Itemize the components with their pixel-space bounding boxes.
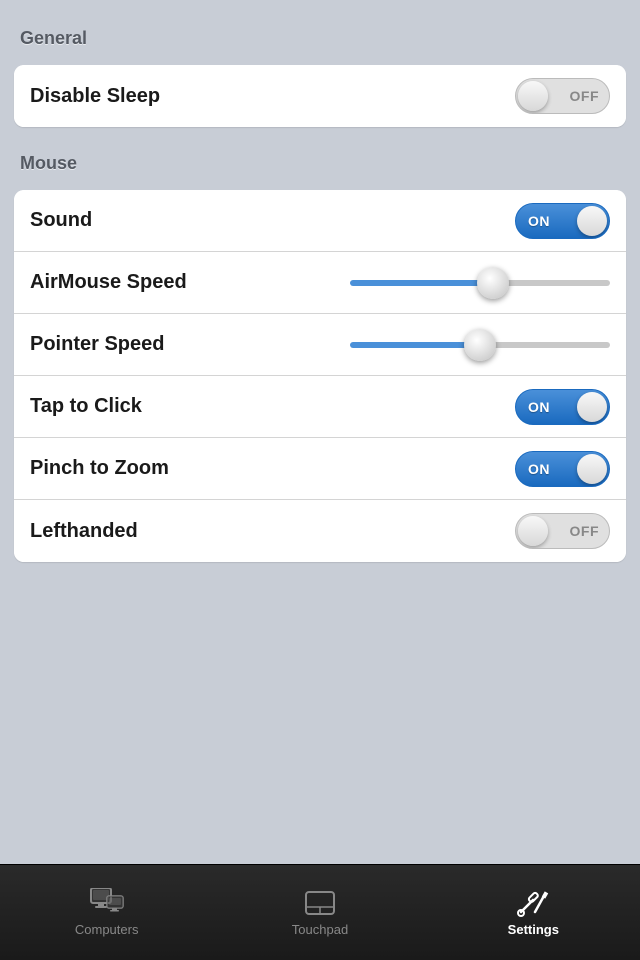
tab-computers[interactable]: Computers [0, 865, 213, 960]
pinch-to-zoom-knob [577, 454, 607, 484]
pointer-slider-thumb [464, 329, 496, 361]
tab-bar: Computers Touchpad [0, 864, 640, 960]
airmouse-speed-label: AirMouse Speed [30, 271, 187, 294]
tab-touchpad-label: Touchpad [292, 922, 348, 937]
airmouse-slider-track [350, 280, 610, 286]
general-settings-group: Disable Sleep OFF [14, 65, 626, 127]
tap-to-click-label: Tap to Click [30, 395, 142, 418]
lefthanded-toggle[interactable]: OFF [515, 513, 610, 549]
general-section-header: General [0, 20, 640, 57]
sound-toggle-knob [577, 206, 607, 236]
pointer-speed-label: Pointer Speed [30, 333, 164, 356]
tab-settings[interactable]: Settings [427, 865, 640, 960]
tab-settings-label: Settings [508, 922, 559, 937]
disable-sleep-toggle[interactable]: OFF [515, 78, 610, 114]
pinch-to-zoom-toggle[interactable]: ON [515, 451, 610, 487]
pointer-speed-row: Pointer Speed [14, 314, 626, 376]
disable-sleep-toggle-text: OFF [570, 88, 600, 104]
sound-row: Sound ON [14, 190, 626, 252]
content-area: General Disable Sleep OFF Mouse Sound ON… [0, 0, 640, 864]
mouse-settings-group: Sound ON AirMouse Speed Pointer Speed [14, 190, 626, 562]
tab-touchpad[interactable]: Touchpad [213, 865, 426, 960]
tap-to-click-toggle-text: ON [528, 399, 550, 415]
pinch-to-zoom-row: Pinch to Zoom ON [14, 438, 626, 500]
mouse-section-header: Mouse [0, 145, 640, 182]
lefthanded-toggle-text: OFF [570, 523, 600, 539]
tap-to-click-knob [577, 392, 607, 422]
tap-to-click-row: Tap to Click ON [14, 376, 626, 438]
settings-icon [515, 888, 551, 918]
touchpad-icon [302, 888, 338, 918]
pinch-to-zoom-label: Pinch to Zoom [30, 457, 169, 480]
disable-sleep-label: Disable Sleep [30, 85, 160, 108]
airmouse-speed-row: AirMouse Speed [14, 252, 626, 314]
disable-sleep-row: Disable Sleep OFF [14, 65, 626, 127]
pointer-slider-track [350, 342, 610, 348]
airmouse-speed-slider[interactable] [350, 265, 610, 301]
pointer-speed-slider[interactable] [350, 327, 610, 363]
lefthanded-row: Lefthanded OFF [14, 500, 626, 562]
tap-to-click-toggle[interactable]: ON [515, 389, 610, 425]
tab-computers-label: Computers [75, 922, 139, 937]
pinch-to-zoom-toggle-text: ON [528, 461, 550, 477]
computers-icon [89, 888, 125, 918]
lefthanded-label: Lefthanded [30, 520, 138, 543]
sound-toggle[interactable]: ON [515, 203, 610, 239]
airmouse-slider-thumb [477, 267, 509, 299]
sound-label: Sound [30, 209, 92, 232]
sound-toggle-text: ON [528, 213, 550, 229]
